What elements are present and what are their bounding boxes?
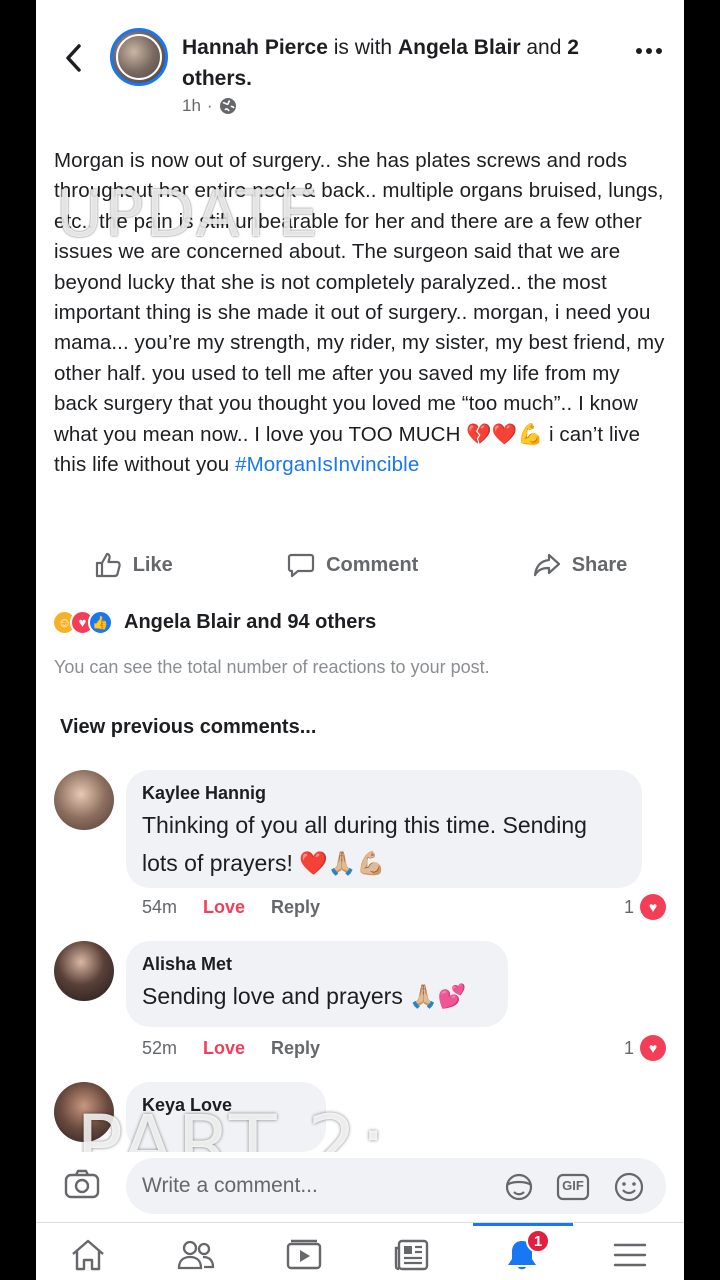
video-icon [286, 1239, 322, 1270]
share-label: Share [571, 553, 628, 576]
hashtag-link[interactable]: #MorganIsInvincible [235, 453, 419, 476]
gif-label: GIF [562, 1178, 584, 1193]
avatar-sticker-button[interactable] [502, 1172, 536, 1202]
comment-meta: 54m Love Reply [142, 897, 320, 918]
reply-link[interactable]: Reply [271, 897, 320, 918]
reactions-summary[interactable]: ☺ ♥ 👍 Angela Blair and 94 others [52, 610, 376, 635]
active-tab-indicator [473, 1223, 573, 1226]
dot-icon [646, 48, 652, 54]
share-button[interactable]: Share [532, 550, 628, 580]
smiley-icon [614, 1172, 644, 1202]
like-reaction-icon: 👍 [88, 610, 113, 635]
comment-icon [287, 553, 315, 578]
comment-placeholder: Write a comment... [142, 1174, 318, 1197]
author-name[interactable]: Hannah Pierce [182, 36, 328, 59]
post-author-line: Hannah Pierce is with Angela Blair and 2… [182, 32, 612, 94]
comment-reaction-count[interactable]: 1 ♥ [624, 1035, 666, 1061]
view-previous-comments[interactable]: View previous comments... [60, 716, 316, 739]
post-time[interactable]: 1h [182, 96, 201, 116]
nav-news[interactable] [392, 1237, 432, 1273]
like-button[interactable]: Like [93, 550, 173, 580]
comment-reaction-count[interactable]: 1 ♥ [624, 894, 666, 920]
author-avatar[interactable] [110, 28, 168, 86]
heart-icon: ♥ [640, 894, 666, 920]
comment-bubble[interactable]: Alisha Met Sending love and prayers 🙏🏼💕 [126, 941, 508, 1027]
reaction-count: 1 [623, 896, 634, 917]
avatar-sticker-icon [505, 1173, 533, 1201]
chevron-left-icon [66, 44, 81, 72]
reaction-icons: ☺ ♥ 👍 [52, 610, 113, 635]
notification-badge: 1 [526, 1229, 550, 1253]
heart-icon: ♥ [640, 1035, 666, 1061]
share-icon [533, 553, 560, 577]
bottom-navigation: 1 [36, 1222, 684, 1280]
comment-label: Comment [326, 553, 419, 576]
gif-button[interactable]: GIF [556, 1172, 590, 1202]
nav-menu[interactable] [610, 1237, 650, 1273]
comment-button[interactable]: Comment [286, 550, 418, 580]
post-header: Hannah Pierce is with Angela Blair and 2… [36, 0, 684, 130]
camera-button[interactable] [64, 1168, 100, 1200]
commenter-avatar[interactable] [54, 941, 114, 1001]
home-icon [72, 1239, 104, 1271]
comment-time: 52m [142, 1038, 178, 1058]
nav-friends[interactable] [176, 1237, 216, 1273]
nav-home[interactable] [68, 1237, 108, 1273]
comment-text: Thinking of you all during this time. Se… [142, 812, 587, 876]
menu-icon [613, 1243, 647, 1267]
commenter-avatar[interactable] [54, 770, 114, 830]
meta-separator: · [206, 96, 213, 115]
friends-icon [177, 1240, 215, 1270]
thumbs-up-icon [95, 552, 121, 578]
comment-composer: Write a comment... GIF [36, 1152, 684, 1218]
comment-input[interactable]: Write a comment... GIF [126, 1158, 666, 1214]
back-button[interactable] [58, 38, 88, 78]
like-label: Like [132, 553, 173, 576]
globe-icon [219, 98, 236, 114]
dot-icon [636, 48, 642, 54]
more-options-button[interactable] [636, 48, 662, 54]
nav-watch[interactable] [284, 1237, 324, 1273]
comment-time: 54m [142, 897, 178, 917]
and-text: and [526, 36, 562, 59]
emoji-button[interactable] [612, 1172, 646, 1202]
reactions-count-text[interactable]: Angela Blair and 94 others [124, 611, 376, 634]
tagged-name[interactable]: Angela Blair [398, 36, 521, 59]
post-meta: 1h · [182, 96, 237, 116]
love-link[interactable]: Love [203, 1038, 245, 1059]
update-overlay-text: UPDATE [56, 178, 320, 252]
post-actions: Like Comment Share [36, 540, 684, 590]
phone-screen: Hannah Pierce is with Angela Blair and 2… [36, 0, 684, 1280]
comment-meta: 52m Love Reply [142, 1038, 320, 1059]
commenter-name[interactable]: Kaylee Hannig [142, 780, 626, 806]
nav-notifications[interactable]: 1 [502, 1229, 550, 1273]
love-link[interactable]: Love [203, 897, 245, 918]
camera-icon [64, 1169, 100, 1199]
comment-bubble[interactable]: Kaylee Hannig Thinking of you all during… [126, 770, 642, 888]
with-text: is with [333, 36, 393, 59]
commenter-name[interactable]: Alisha Met [142, 951, 492, 977]
comment-text: Sending love and prayers 🙏🏼💕 [142, 983, 467, 1009]
newspaper-icon [394, 1239, 429, 1271]
dot-icon [656, 48, 662, 54]
reply-link[interactable]: Reply [271, 1038, 320, 1059]
reaction-count: 1 [623, 1037, 634, 1058]
reactions-note: You can see the total number of reaction… [54, 657, 490, 677]
